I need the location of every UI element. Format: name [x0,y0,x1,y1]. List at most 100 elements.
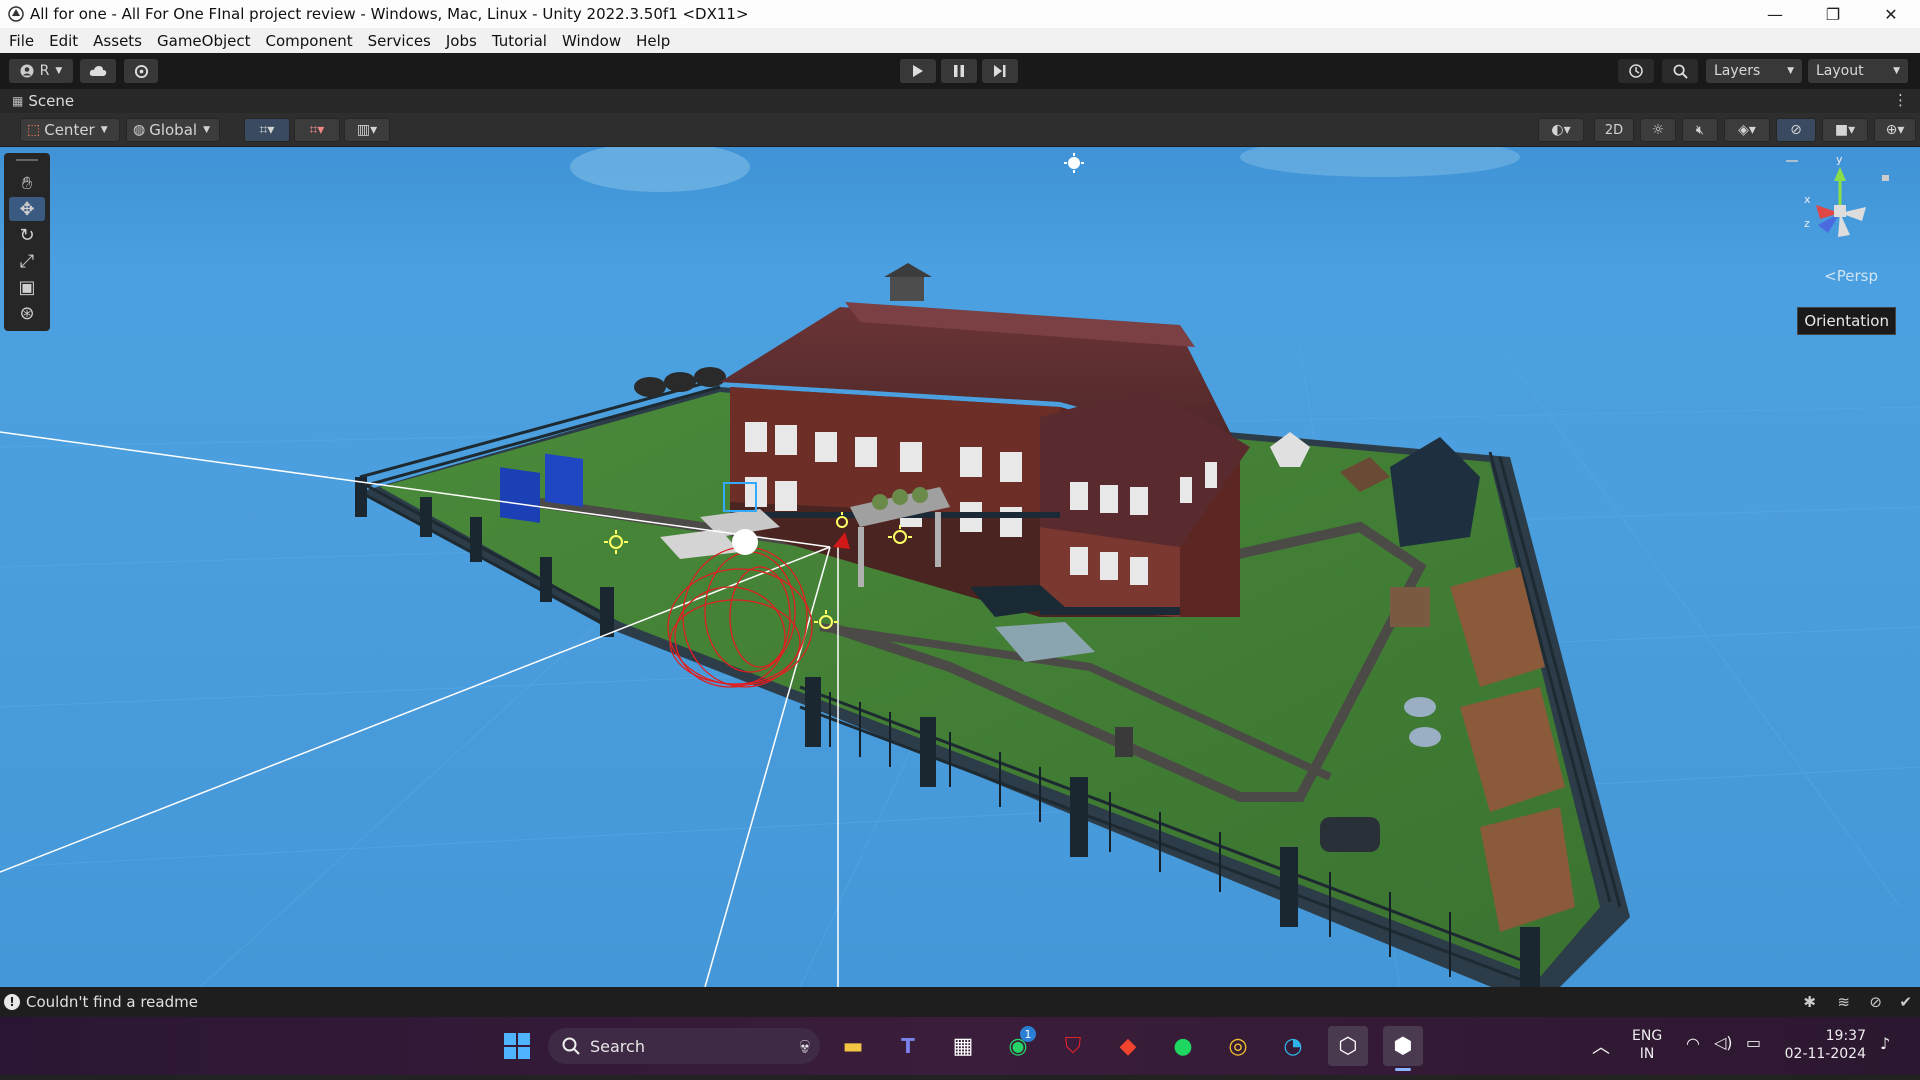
step-button[interactable] [982,59,1018,83]
menu-file[interactable]: File [3,32,43,50]
windows-taskbar: Search 💀︎ ▬ T ▦ ◉ 1 ⛉ ◆ ● ◎ ◔ ⬡ ⬢ ︿ ENG … [0,1017,1920,1075]
scene-grid-icon: ▦ [12,94,24,108]
hand-tool-icon[interactable]: ✋︎ [9,171,45,195]
scale-tool-icon[interactable]: ⤢ [9,249,45,273]
search-highlight-icon: 💀︎ [799,1034,810,1058]
menu-jobs[interactable]: Jobs [440,32,486,50]
cloud-icon [89,66,107,76]
tab-scene[interactable]: Scene [28,92,74,110]
grid-snapping-button[interactable]: ⌗▾ [244,118,290,142]
menu-edit[interactable]: Edit [43,32,87,50]
cloud-button[interactable] [80,59,116,83]
scene-visibility-toggle[interactable]: ⊘ [1776,118,1816,142]
microsoft-store-icon[interactable]: ▦ [943,1026,983,1066]
effects-dropdown[interactable]: ◈▾ [1724,118,1770,142]
close-button[interactable]: ✕ [1862,0,1920,28]
menu-gameobject[interactable]: GameObject [151,32,260,50]
scene-viewport[interactable]: ✋︎ ✥ ↻ ⤢ ▣ ⊛ y x z <Persp Orientation [0,147,1920,987]
whatsapp-icon[interactable]: ◉ 1 [998,1026,1038,1066]
search-icon [1673,64,1688,79]
camera-settings-dropdown[interactable]: ■▾ [1822,118,1868,142]
clock-time: 19:37 [1825,1028,1866,1044]
menu-bar: File Edit Assets GameObject Component Se… [0,28,1920,53]
transform-tools-panel: ✋︎ ✥ ↻ ⤢ ▣ ⊛ [4,153,50,331]
transform-tool-icon[interactable]: ⊛ [9,301,45,325]
git-icon[interactable]: ◆ [1108,1026,1148,1066]
layers-dropdown[interactable]: Layers ▼ [1706,59,1802,83]
info-icon: ! [4,994,20,1010]
menu-services[interactable]: Services [362,32,440,50]
clock-date: 02-11-2024 [1784,1046,1866,1062]
battery-icon[interactable]: ▭ [1746,1033,1761,1052]
lighting-toggle[interactable]: ☼ [1640,118,1676,142]
menu-window[interactable]: Window [556,32,630,50]
account-dropdown[interactable]: R ▼ [9,59,73,83]
unity-editor-window: All for one - All For One FInal project … [0,0,1920,1080]
notification-bell-icon[interactable]: ♪ [1880,1034,1890,1053]
clock[interactable]: 19:37 02-11-2024 [1782,1027,1866,1063]
menu-tutorial[interactable]: Tutorial [486,32,556,50]
more-options-icon[interactable]: ⋮ [1893,91,1908,109]
grid-visibility-button[interactable]: ▥▾ [344,118,390,142]
spotify-icon[interactable]: ● [1163,1026,1203,1066]
chrome-icon[interactable]: ◎ [1218,1026,1258,1066]
pivot-center-dropdown[interactable]: ⬚ Center ▼ [20,118,120,142]
windows-start-icon[interactable] [497,1026,537,1066]
unity-logo-icon [8,6,24,22]
lang-line1: ENG [1632,1028,1663,1044]
network-icon[interactable]: ⊘ [1869,993,1882,1011]
menu-assets[interactable]: Assets [87,32,151,50]
audio-toggle[interactable]: 🔇︎ [1682,118,1718,142]
global-local-dropdown[interactable]: ◍ Global ▼ [126,118,220,142]
chevron-down-icon: ▼ [203,125,210,135]
undo-history-button[interactable] [1618,59,1654,83]
layout-dropdown[interactable]: Layout ▼ [1808,59,1908,83]
menu-help[interactable]: Help [630,32,679,50]
move-tool-icon[interactable]: ✥ [9,197,45,221]
chevron-down-icon: ▼ [55,66,63,76]
chevron-up-icon[interactable]: ︿ [1592,1033,1610,1059]
space-label: Global [149,121,198,139]
character-gizmo [732,529,758,555]
rotate-tool-icon[interactable]: ↻ [9,223,45,247]
play-button[interactable] [900,59,936,83]
unity-hub-icon[interactable]: ⬡ [1328,1026,1368,1066]
pause-button[interactable] [941,59,977,83]
draw-mode-dropdown[interactable]: ◐▾ [1538,118,1584,142]
edge-icon[interactable]: ◔ [1273,1026,1313,1066]
step-icon [994,65,1006,77]
snap-increment-button[interactable]: ⌗▾ [294,118,340,142]
volume-icon[interactable]: ◁) [1714,1033,1733,1052]
chevron-down-icon: ▼ [100,125,108,135]
chevron-down-icon: ▼ [1787,66,1794,76]
stack-icon[interactable]: ≋ [1837,993,1850,1011]
active-indicator [1395,1068,1411,1071]
rect-tool-icon[interactable]: ▣ [9,275,45,299]
status-message[interactable]: Couldn't find a readme [26,993,198,1011]
layout-label: Layout [1816,63,1864,79]
unity-editor-icon[interactable]: ⬢ [1383,1026,1423,1071]
file-explorer-icon[interactable]: ▬ [833,1026,873,1066]
axis-z-label: z [1804,217,1810,230]
menu-component[interactable]: Component [260,32,362,50]
minimize-button[interactable]: — [1746,0,1804,28]
debug-icon[interactable]: ✱ [1803,993,1816,1011]
axis-gizmo-icon [1786,160,1889,237]
scene-tab-bar: ▦ Scene ⋮ [0,89,1920,113]
gizmos-dropdown[interactable]: ⊕▾ [1874,118,1916,142]
restore-button[interactable]: ❐ [1804,0,1862,28]
pause-icon [954,65,964,77]
toggle-2d-button[interactable]: 2D [1594,118,1634,142]
search-button[interactable] [1662,59,1698,83]
services-button[interactable] [124,59,158,83]
check-circle-icon[interactable]: ✔ [1899,993,1912,1011]
teams-icon[interactable]: T [888,1026,928,1066]
projection-toggle[interactable]: <Persp [1824,267,1878,285]
orientation-gizmo[interactable]: y x z [1780,153,1900,263]
wifi-icon[interactable]: ◠ [1686,1034,1700,1053]
persp-label: Persp [1836,267,1878,285]
play-icon [913,65,923,77]
mcafee-icon[interactable]: ⛉ [1053,1026,1093,1066]
taskbar-search-box[interactable]: Search 💀︎ [548,1028,820,1064]
language-indicator[interactable]: ENG IN [1632,1027,1662,1063]
